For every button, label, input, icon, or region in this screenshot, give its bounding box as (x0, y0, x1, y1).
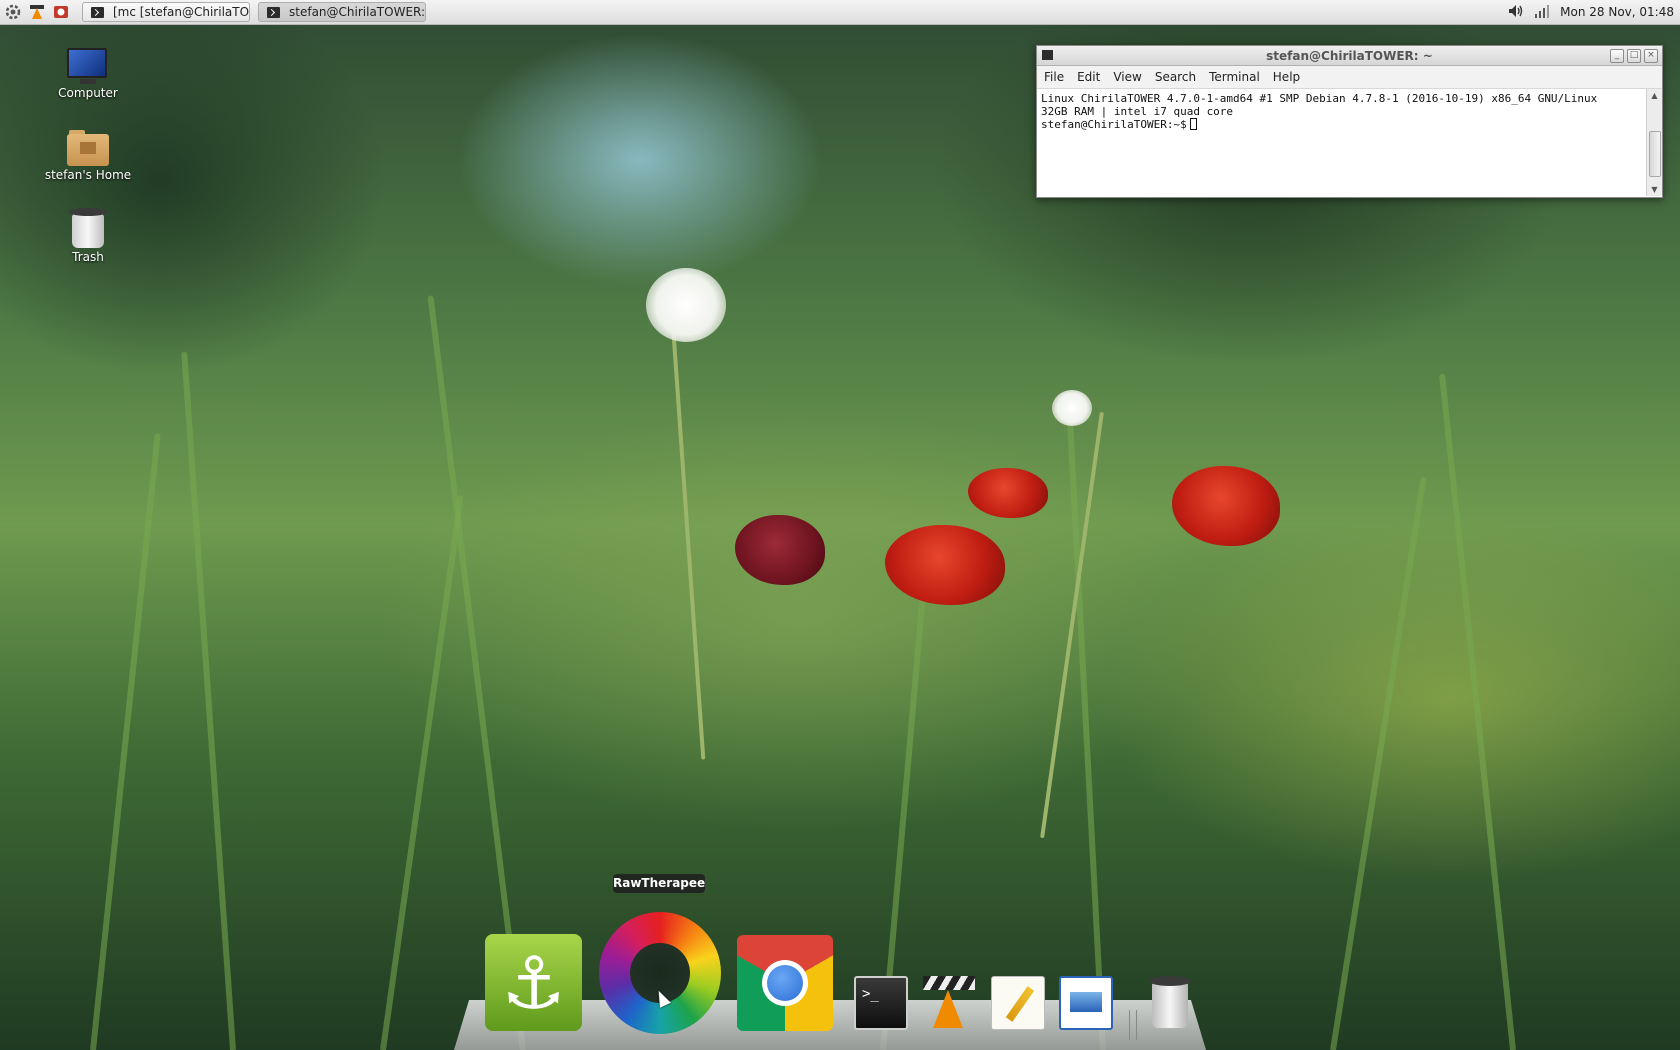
trash-can-icon (1152, 983, 1188, 1028)
dock-item-chrome[interactable] (737, 935, 833, 1031)
anchor-icon: ⚓ (501, 940, 566, 1025)
home-folder-icon (67, 128, 109, 166)
system-gear-icon[interactable] (2, 2, 24, 22)
desktop-icon-label: Computer (58, 86, 118, 100)
close-button[interactable]: × (1644, 49, 1658, 63)
window-title: stefan@ChirilaTOWER: ~ (1266, 48, 1433, 63)
terminal-icon (91, 6, 104, 18)
menu-terminal[interactable]: Terminal (1209, 70, 1260, 84)
dock-separator (1129, 1010, 1137, 1040)
desktop-icon-trash[interactable]: Trash (38, 208, 138, 264)
speaker-icon[interactable] (1508, 4, 1524, 21)
screenshot-launcher-icon[interactable] (50, 2, 72, 22)
dock-item-anchor[interactable]: ⚓ (485, 934, 582, 1031)
top-panel: [mc [stefan@ChirilaTO... stefan@ChirilaT… (0, 0, 1680, 25)
menu-search[interactable]: Search (1155, 70, 1196, 84)
dock-item-trash[interactable] (1143, 976, 1197, 1030)
notepad-pencil-icon (1005, 986, 1035, 1022)
window-titlebar[interactable]: stefan@ChirilaTOWER: ~ _ □ × (1037, 46, 1662, 66)
image-document-icon (1070, 992, 1102, 1012)
desktop-icon-label: stefan's Home (44, 168, 132, 182)
dock-item-image-viewer[interactable] (1059, 976, 1113, 1030)
scroll-up-arrow-icon[interactable]: ▲ (1647, 89, 1662, 102)
menu-view[interactable]: View (1113, 70, 1141, 84)
taskbar-button-mc[interactable]: [mc [stefan@ChirilaTO... (82, 2, 250, 22)
terminal-output[interactable]: Linux ChirilaTOWER 4.7.0-1-amd64 #1 SMP … (1037, 89, 1662, 196)
terminal-menubar: File Edit View Search Terminal Help (1037, 66, 1662, 89)
terminal-window[interactable]: stefan@ChirilaTOWER: ~ _ □ × File Edit V… (1036, 45, 1663, 198)
dock-tooltip: RawTherapee (613, 874, 705, 893)
signal-bars-icon[interactable] (1534, 4, 1550, 21)
dock-item-rawtherapee[interactable] (599, 912, 721, 1034)
desktop-icon-computer[interactable]: Computer (38, 48, 138, 100)
text-cursor (1189, 118, 1197, 130)
task-label: stefan@ChirilaTOWER:... (289, 5, 426, 19)
scroll-thumb[interactable] (1649, 131, 1661, 177)
terminal-line: 32GB RAM | intel i7 quad core (1041, 105, 1234, 118)
vlc-launcher-icon[interactable] (26, 2, 48, 22)
terminal-icon (1042, 50, 1053, 60)
desktop-icon-home[interactable]: stefan's Home (38, 128, 138, 182)
dock-item-vlc[interactable] (921, 976, 975, 1030)
clock[interactable]: Mon 28 Nov, 01:48 (1560, 5, 1674, 19)
terminal-icon: >_ (862, 986, 879, 1002)
vlc-cone-icon (923, 976, 975, 990)
window-controls: _ □ × (1610, 49, 1658, 63)
computer-icon (67, 48, 109, 84)
terminal-icon (267, 6, 280, 18)
terminal-line: Linux ChirilaTOWER 4.7.0-1-amd64 #1 SMP … (1041, 92, 1598, 105)
maximize-button[interactable]: □ (1627, 49, 1641, 63)
minimize-button[interactable]: _ (1610, 49, 1624, 63)
dock-item-terminal[interactable]: >_ (854, 976, 908, 1030)
vertical-scrollbar[interactable]: ▲ ▼ (1646, 89, 1662, 196)
system-tray: Mon 28 Nov, 01:48 (1508, 4, 1680, 21)
menu-help[interactable]: Help (1273, 70, 1300, 84)
terminal-prompt: stefan@ChirilaTOWER:~$ (1041, 118, 1187, 131)
menu-edit[interactable]: Edit (1077, 70, 1100, 84)
trash-can-icon (69, 208, 107, 248)
desktop-icon-label: Trash (72, 250, 104, 264)
task-label: [mc [stefan@ChirilaTO... (113, 5, 250, 19)
taskbar-button-terminal[interactable]: stefan@ChirilaTOWER:... (258, 2, 426, 22)
scroll-down-arrow-icon[interactable]: ▼ (1647, 183, 1662, 196)
dock-item-text-editor[interactable] (991, 976, 1045, 1030)
menu-file[interactable]: File (1044, 70, 1064, 84)
